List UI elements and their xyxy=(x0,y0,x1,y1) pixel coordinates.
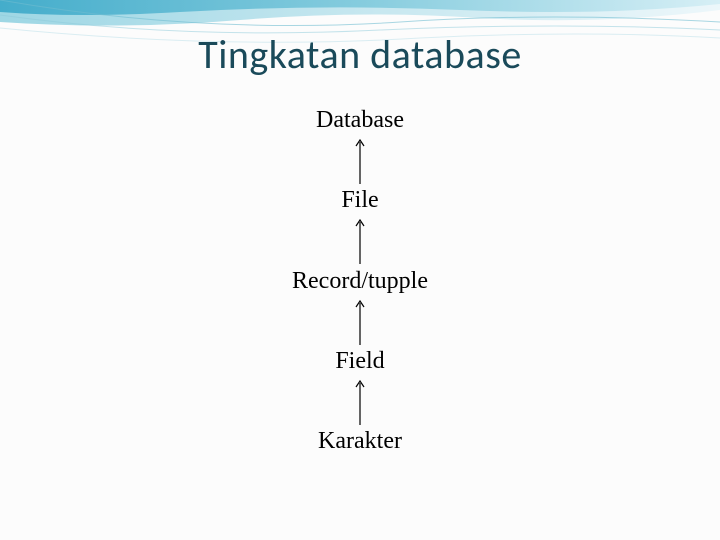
level-record: Record/tupple xyxy=(0,268,720,295)
arrow-up-icon xyxy=(355,218,365,264)
level-file: File xyxy=(0,187,720,214)
arrow-up-icon xyxy=(355,379,365,425)
slide-title: Tingkatan database xyxy=(0,30,720,79)
level-database: Database xyxy=(0,107,720,134)
level-field: Field xyxy=(0,348,720,375)
arrow-up-icon xyxy=(355,138,365,184)
arrow-up-icon xyxy=(355,299,365,345)
level-karakter: Karakter xyxy=(0,428,720,455)
